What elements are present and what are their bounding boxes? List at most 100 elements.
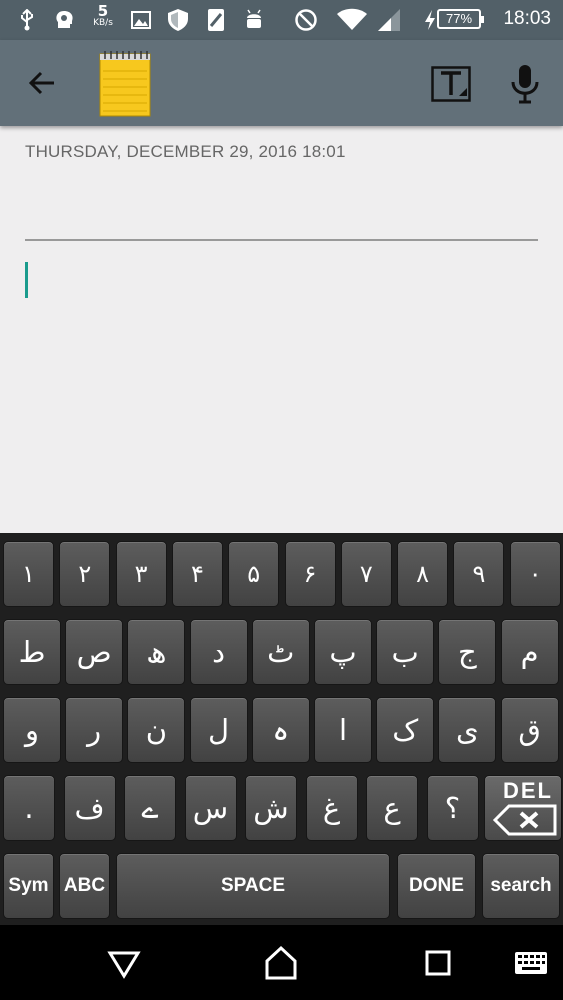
shield-icon <box>165 8 191 32</box>
key-label: ٢ <box>78 560 92 588</box>
key-row2-2[interactable]: ص <box>65 619 124 685</box>
key-label: ۴ <box>190 560 204 588</box>
app-toolbar <box>0 40 563 126</box>
text-cursor <box>25 262 28 298</box>
arrow-left-icon[interactable] <box>26 65 62 101</box>
key-label: ق <box>518 713 541 747</box>
key-row1-9[interactable]: ٩ <box>453 541 505 607</box>
key-label: ٨ <box>416 560 430 588</box>
search-key[interactable]: search <box>482 853 560 919</box>
key-row4-5[interactable]: ش <box>245 775 297 841</box>
abc-key-label: ABC <box>63 875 106 896</box>
key-row2-3[interactable]: ھ <box>127 619 186 685</box>
key-row1-4[interactable]: ۴ <box>171 541 223 607</box>
key-label: ن <box>145 713 168 747</box>
key-row1-2[interactable]: ٢ <box>59 541 111 607</box>
key-label: ر <box>87 713 102 747</box>
clock: 18:03 <box>503 8 551 29</box>
key-label: ع <box>383 791 401 825</box>
network-speed: 5 KB/s <box>89 4 117 28</box>
signal-icon <box>376 8 402 32</box>
key-row3-4[interactable]: ل <box>189 697 248 763</box>
search-key-label: search <box>490 875 552 896</box>
sym-key[interactable]: Sym <box>3 853 54 919</box>
space-key-label: SPACE <box>220 875 286 896</box>
key-row2-7[interactable]: ب <box>376 619 435 685</box>
key-label: ف <box>74 791 105 825</box>
key-row1-8[interactable]: ٨ <box>397 541 449 607</box>
key-row3-7[interactable]: ک <box>376 697 435 763</box>
battery-level: 77% <box>437 9 484 29</box>
key-label: ا <box>338 713 348 747</box>
key-row1-1[interactable]: ١ <box>3 541 54 607</box>
key-row3-3[interactable]: ن <box>127 697 186 763</box>
key-row3-5[interactable]: ہ <box>251 697 310 763</box>
key-label: ٠ <box>528 560 542 588</box>
key-label: غ <box>322 791 341 825</box>
key-row2-4[interactable]: د <box>189 619 248 685</box>
key-row1-5[interactable]: ۵ <box>228 541 280 607</box>
notepad-icon <box>99 49 151 117</box>
key-label: م <box>520 635 539 669</box>
key-label: س <box>192 791 229 825</box>
key-label: ٧ <box>359 560 373 588</box>
nav-recents-icon[interactable] <box>420 945 456 981</box>
key-row3-9[interactable]: ق <box>500 697 559 763</box>
key-label: ط <box>18 635 46 669</box>
key-row1-7[interactable]: ٧ <box>340 541 392 607</box>
navigation-bar <box>0 925 563 1000</box>
note-title-field[interactable] <box>25 190 538 238</box>
note-body-field[interactable] <box>25 255 538 525</box>
note-date: THURSDAY, DECEMBER 29, 2016 18:01 <box>25 142 346 161</box>
microphone-icon[interactable] <box>510 64 540 104</box>
status-bar: 5 KB/s 77% 18:03 <box>0 0 563 40</box>
key-row1-3[interactable]: ٣ <box>115 541 167 607</box>
key-label: ١ <box>22 560 35 588</box>
key-label: . <box>24 791 34 825</box>
key-row4-3[interactable]: ے <box>124 775 176 841</box>
urdu-keyboard: ١ ٢ ٣ ۴ ۵ ۶ ٧ ٨ ٩ ٠ ط ص ھ د ٹ پ ب ج م و ر ن ل ہ ا ک ی ق. ف ے س ش غ ع ؟ DEL… <box>0 533 563 925</box>
key-label: ج <box>458 635 477 669</box>
key-row2-9[interactable]: م <box>500 619 559 685</box>
key-row4-7[interactable]: ع <box>366 775 418 841</box>
key-row4-1[interactable]: . <box>3 775 55 841</box>
wifi-icon <box>335 8 369 32</box>
space-key[interactable]: SPACE <box>116 853 390 919</box>
backspace-icon <box>493 804 557 836</box>
key-row4-8[interactable]: ؟ <box>426 775 479 841</box>
key-label: د <box>212 635 226 669</box>
key-row2-5[interactable]: ٹ <box>251 619 310 685</box>
charging-icon <box>422 8 438 32</box>
nav-home-icon[interactable] <box>263 945 299 981</box>
key-row4-2[interactable]: ف <box>63 775 116 841</box>
do-not-disturb-icon <box>293 8 319 32</box>
text-format-icon[interactable] <box>431 66 471 102</box>
key-label: ٹ <box>267 635 295 669</box>
brain-icon <box>52 8 78 32</box>
key-row4-6[interactable]: غ <box>305 775 358 841</box>
key-label: ؟ <box>444 791 461 825</box>
key-row1-10[interactable]: ٠ <box>509 541 561 607</box>
abc-key[interactable]: ABC <box>59 853 110 919</box>
key-label: ص <box>76 635 112 669</box>
keyboard-switch-icon[interactable] <box>513 945 549 981</box>
key-label: ۵ <box>247 560 261 588</box>
key-label: ش <box>253 791 289 825</box>
key-row1-6[interactable]: ۶ <box>284 541 336 607</box>
delete-key[interactable]: DEL <box>484 775 562 841</box>
key-row3-8[interactable]: ی <box>438 697 497 763</box>
key-label: ٣ <box>134 560 148 588</box>
key-row2-6[interactable]: پ <box>314 619 372 685</box>
key-row3-2[interactable]: ر <box>65 697 124 763</box>
done-key[interactable]: DONE <box>397 853 476 919</box>
key-row2-1[interactable]: ط <box>3 619 61 685</box>
key-label: و <box>24 713 39 747</box>
nav-back-icon[interactable] <box>106 945 142 981</box>
key-row3-1[interactable]: و <box>3 697 61 763</box>
key-row2-8[interactable]: ج <box>438 619 497 685</box>
key-label: ے <box>141 791 159 825</box>
image-icon <box>130 8 152 32</box>
network-speed-unit: KB/s <box>93 18 113 28</box>
key-row4-4[interactable]: س <box>184 775 237 841</box>
key-row3-6[interactable]: ا <box>314 697 372 763</box>
